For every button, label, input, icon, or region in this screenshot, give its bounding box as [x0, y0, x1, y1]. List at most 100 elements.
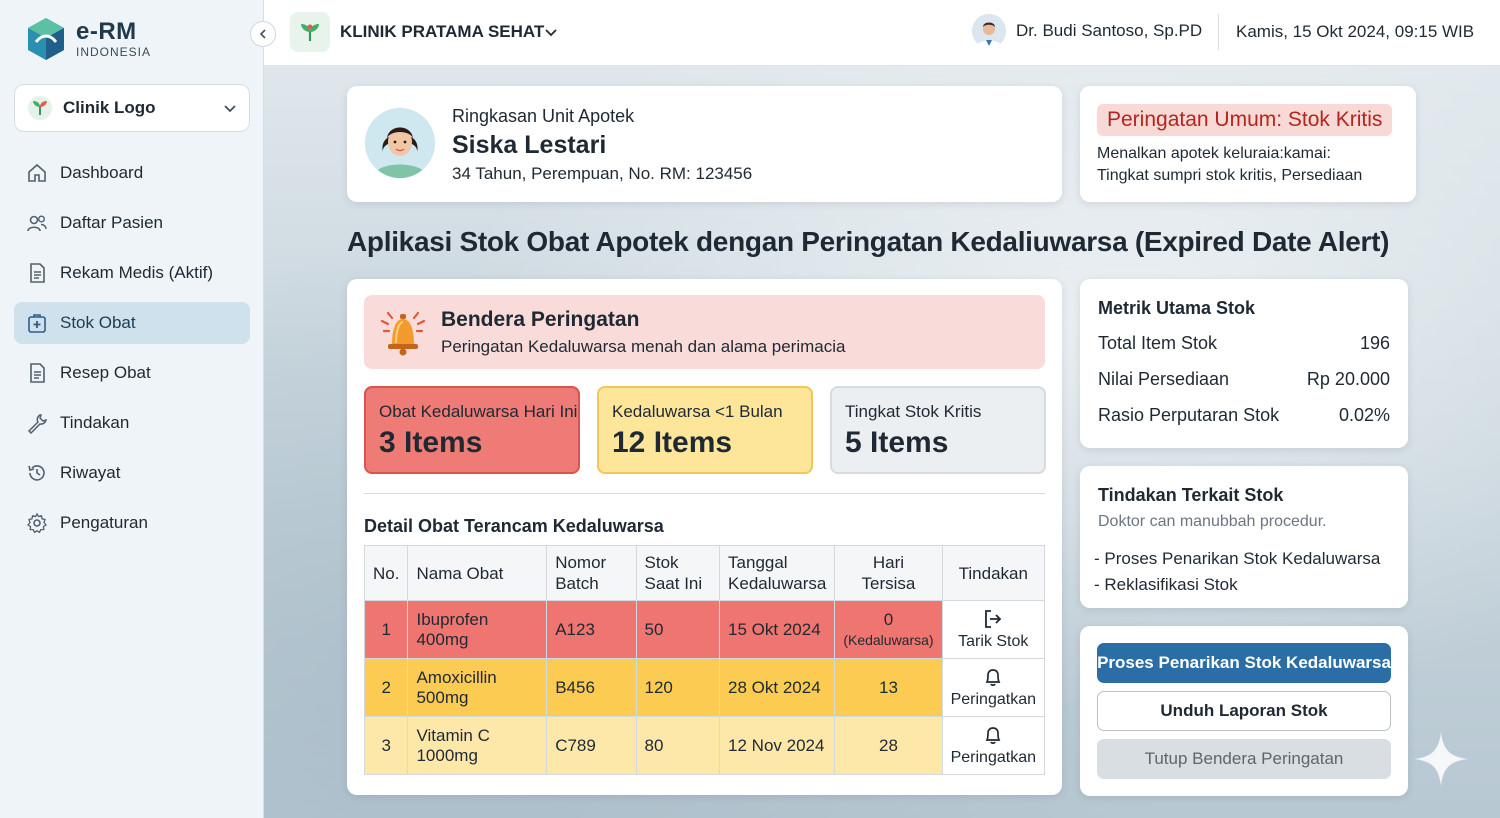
table-header-row: No. Nama Obat Nomor Batch Stok Saat Ini Ta…	[363, 545, 1046, 601]
metric-value: 0.02%	[1338, 405, 1390, 425]
doctor-avatar-icon	[972, 14, 1006, 48]
stat-expired-today[interactable]: Obat Kedaluwarsa Hari Ini 3 Items	[364, 386, 580, 474]
column-header: Hari Tersisa	[834, 545, 943, 601]
bell-icon	[985, 668, 1001, 686]
actions-note: Doktor can manubbah procedur.	[1098, 513, 1327, 530]
stat-label: Kedaluwarsa <1 Bulan	[612, 402, 783, 421]
download-report-button[interactable]: Unduh Laporan Stok	[1097, 691, 1391, 731]
document-icon	[30, 363, 45, 383]
clinic-leaf-icon	[28, 96, 52, 120]
warning-line: Menalkan apotek keluraia:kamai:	[1097, 145, 1331, 162]
metric-value: Rp 20.000	[1306, 369, 1390, 389]
cell-expiry-date: 15 Okt 2024	[719, 600, 836, 659]
document-icon	[30, 263, 45, 283]
warn-button[interactable]: Peringatkan	[941, 716, 1046, 775]
sidebar-item-settings[interactable]: Pengaturan	[14, 502, 250, 544]
warning-line: Tingkat sumpri stok kritis, Persediaan	[1097, 167, 1363, 184]
sidebar-item-label: Tindakan	[60, 413, 130, 432]
sidebar-item-patients[interactable]: Daftar Pasien	[14, 202, 250, 244]
patient-subtitle: Ringkasan Unit Apotek	[452, 106, 635, 126]
flag-text: Peringatan Kedaluwarsa menah dan alama p…	[441, 337, 846, 356]
patient-name: Siska Lestari	[452, 131, 607, 159]
column-header: Nomor Batch	[546, 545, 637, 601]
table-row: 2 Amoxicillin 500mg B456 120 28 Okt 2024 …	[363, 658, 1046, 717]
cell-stock: 80	[635, 716, 721, 775]
stat-label: Obat Kedaluwarsa Hari Ini	[379, 402, 578, 421]
metric-label: Nilai Persediaan	[1098, 369, 1230, 389]
leaf-logo-icon	[301, 24, 319, 41]
alarm-bell-icon	[380, 311, 426, 356]
list-item[interactable]: - Proses Penarikan Stok Kedaluwarsa	[1094, 546, 1380, 572]
stat-label: Tingkat Stok Kritis	[845, 402, 982, 421]
avatar	[365, 108, 435, 178]
chevron-down-icon	[224, 105, 236, 113]
stat-expiring-month[interactable]: Kedaluwarsa <1 Bulan 12 Items	[597, 386, 813, 474]
top-bar: KLINIK PRATAMA SEHAT Dr. Budi Santoso, S…	[264, 0, 1500, 66]
cell-days-left: 13	[834, 658, 943, 717]
users-icon	[27, 215, 47, 232]
list-item[interactable]: - Reklasifikasi Stok	[1094, 572, 1380, 598]
cell-drug-name: Ibuprofen 400mg	[407, 600, 548, 659]
withdraw-stock-button[interactable]: Tarik Stok	[941, 600, 1046, 659]
doctor-profile[interactable]: Dr. Budi Santoso, Sp.PD	[972, 14, 1202, 48]
cell-no: 3	[363, 716, 409, 775]
days-value: 0	[883, 609, 894, 629]
brand-subtitle: INDONESIA	[76, 45, 152, 59]
column-header: No.	[363, 545, 409, 601]
action-buttons-card: Proses Penarikan Stok Kedaluwarsa Unduh …	[1080, 626, 1408, 796]
sidebar-item-history[interactable]: Riwayat	[14, 452, 250, 494]
sidebar-item-label: Riwayat	[60, 463, 121, 482]
gear-icon	[27, 512, 47, 534]
sidebar: e-RM INDONESIA Clinik Logo Dashboard Daf…	[0, 0, 264, 818]
action-label: Tarik Stok	[958, 632, 1029, 650]
sidebar-item-prescriptions[interactable]: Resep Obat	[14, 352, 250, 394]
divider	[1218, 14, 1219, 50]
detail-table-title: Detail Obat Terancam Kedaluwarsa	[364, 516, 664, 536]
close-flag-button[interactable]: Tutup Bendera Peringatan	[1097, 739, 1391, 779]
sidebar-item-label: Resep Obat	[60, 363, 151, 382]
sidebar-item-label: Rekam Medis (Aktif)	[60, 263, 214, 282]
metric-value: 196	[1359, 333, 1390, 353]
patient-summary-card: Ringkasan Unit Apotek Siska Lestari 34 T…	[347, 86, 1062, 202]
doctor-name: Dr. Budi Santoso, Sp.PD	[1016, 21, 1203, 40]
sidebar-item-dashboard[interactable]: Dashboard	[14, 152, 250, 194]
cell-expiry-date: 12 Nov 2024	[719, 716, 836, 775]
cell-stock: 120	[635, 658, 721, 717]
sidebar-item-medical-records[interactable]: Rekam Medis (Aktif)	[14, 252, 250, 294]
clinic-logo	[290, 12, 330, 52]
stock-actions-card: Tindakan Terkait Stok Doktor can manubba…	[1080, 466, 1408, 608]
metric-label: Rasio Perputaran Stok	[1098, 405, 1280, 425]
process-withdrawal-button[interactable]: Proses Penarikan Stok Kedaluwarsa	[1097, 643, 1391, 683]
expiry-alert-panel: Bendera Peringatan Peringatan Kedaluwars…	[347, 279, 1062, 795]
sidebar-item-procedures[interactable]: Tindakan	[14, 402, 250, 444]
cell-stock: 50	[635, 600, 721, 659]
sidebar-item-label: Stok Obat	[60, 313, 136, 332]
chevron-down-icon[interactable]	[544, 25, 558, 39]
logout-icon	[985, 609, 1002, 628]
bell-icon	[985, 726, 1001, 744]
stat-critical-stock[interactable]: Tingkat Stok Kritis 5 Items	[830, 386, 1046, 474]
action-label: Peringatkan	[950, 690, 1036, 708]
cell-no: 2	[363, 658, 409, 717]
erm-logo-icon	[28, 18, 64, 60]
sparkle-icon	[1414, 732, 1468, 786]
medical-box-icon	[28, 314, 46, 333]
column-header: Tanggal Kedaluwarsa	[719, 545, 836, 601]
current-datetime: Kamis, 15 Okt 2024, 09:15 WIB	[1236, 22, 1475, 41]
sidebar-item-label: Pengaturan	[60, 513, 148, 532]
sidebar-collapse-button[interactable]	[250, 21, 276, 47]
days-note: (Kedaluwarsa)	[843, 631, 934, 648]
cell-drug-name: Vitamin C 1000mg	[407, 716, 548, 775]
cell-batch: A123	[546, 600, 637, 659]
cell-drug-name: Amoxicillin 500mg	[407, 658, 548, 717]
action-label: Peringatkan	[950, 748, 1036, 766]
column-header: Tindakan	[941, 545, 1046, 601]
clinic-select[interactable]: Clinik Logo	[14, 84, 250, 132]
brand-logo[interactable]: e-RM INDONESIA	[24, 16, 151, 62]
sidebar-item-drug-stock[interactable]: Stok Obat	[14, 302, 250, 344]
brand-name: e-RM	[76, 18, 137, 45]
clinic-select-label: Clinik Logo	[63, 98, 156, 117]
warn-button[interactable]: Peringatkan	[941, 658, 1046, 717]
divider	[364, 493, 1045, 494]
clinic-name[interactable]: KLINIK PRATAMA SEHAT	[340, 22, 544, 42]
